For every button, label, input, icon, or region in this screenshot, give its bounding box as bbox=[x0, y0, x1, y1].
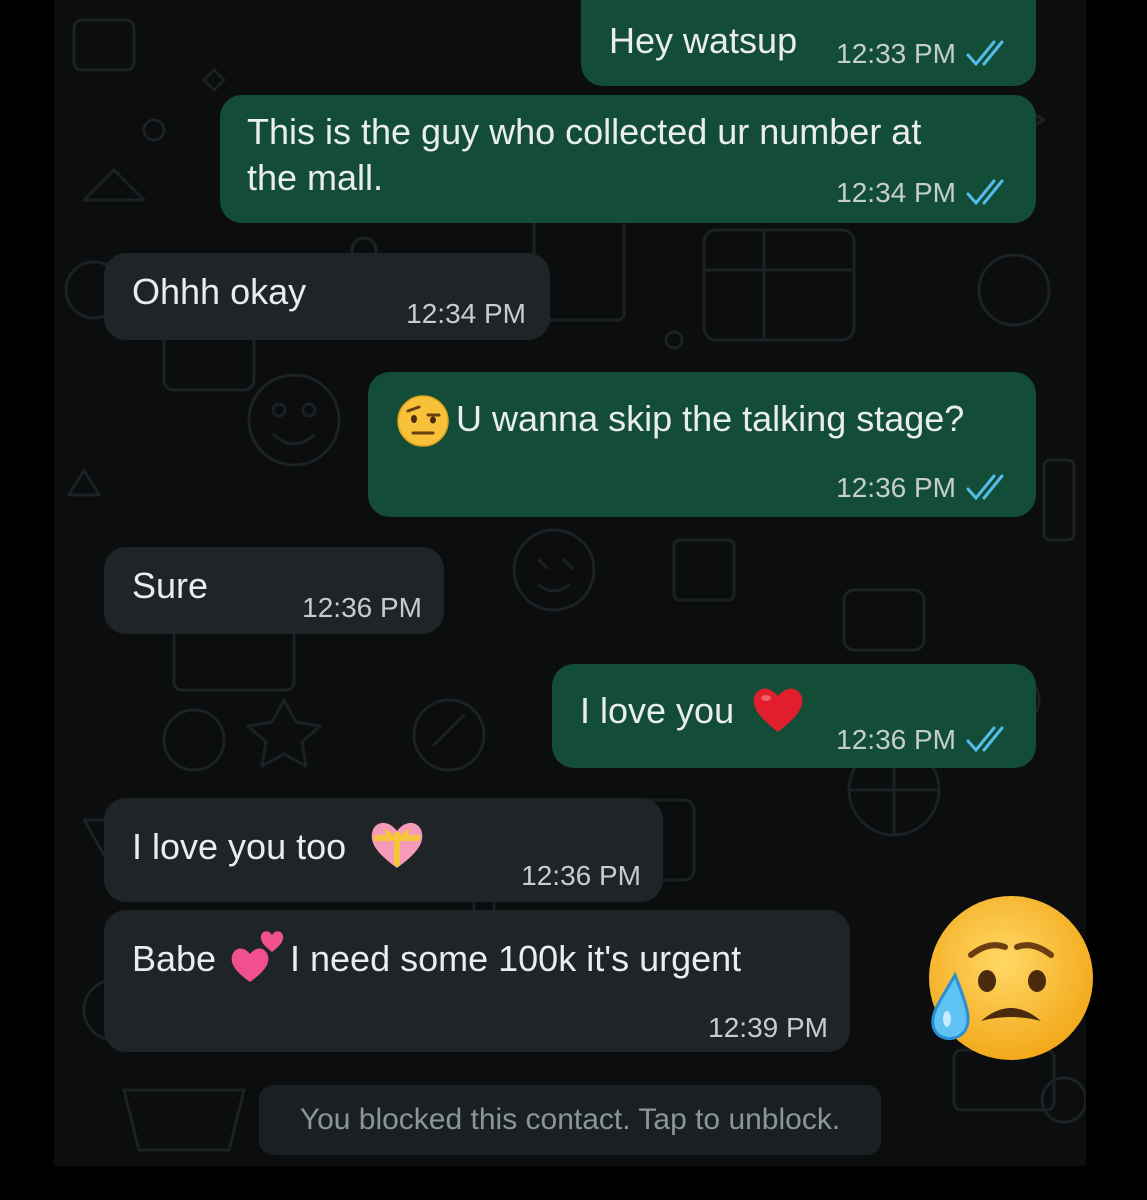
double-check-read-icon bbox=[966, 725, 1012, 755]
message-time: 12:36 PM bbox=[836, 472, 956, 503]
message-meta: 12:36 PM bbox=[302, 592, 422, 624]
double-check-read-icon bbox=[966, 39, 1012, 69]
heart-with-ribbon-icon bbox=[368, 818, 426, 877]
message-time: 12:34 PM bbox=[836, 177, 956, 208]
message-time: 12:39 PM bbox=[708, 1012, 828, 1043]
message-meta: 12:34 PM bbox=[836, 177, 1012, 209]
message-text: U wanna skip the talking stage? bbox=[456, 398, 965, 439]
sad-but-relieved-face-icon bbox=[925, 893, 1095, 1063]
message-time: 12:36 PM bbox=[521, 860, 641, 891]
message-meta: 12:34 PM bbox=[406, 298, 526, 330]
message-meta: 12:36 PM bbox=[836, 472, 1012, 504]
message-meta: 12:39 PM bbox=[708, 1012, 828, 1044]
message-bubble-incoming[interactable]: I love you too 12:36 PM bbox=[104, 798, 663, 902]
message-text: I need some 100k it's urgent bbox=[290, 938, 742, 979]
red-heart-icon bbox=[750, 684, 806, 741]
message-meta: 12:36 PM bbox=[836, 724, 1012, 756]
two-hearts-icon bbox=[230, 928, 288, 991]
message-bubble-outgoing[interactable]: I love you 12:36 PM bbox=[552, 664, 1036, 768]
message-time: 12:36 PM bbox=[836, 724, 956, 755]
message-text: I love you too bbox=[132, 826, 347, 867]
message-meta: 12:33 PM bbox=[836, 38, 1012, 70]
message-meta: 12:36 PM bbox=[521, 860, 641, 892]
message-bubble-incoming[interactable]: Sure 12:36 PM bbox=[104, 547, 444, 634]
message-text: Hey watsup bbox=[609, 20, 798, 61]
blocked-contact-notice[interactable]: You blocked this contact. Tap to unblock… bbox=[259, 1085, 881, 1155]
message-text: Babe bbox=[132, 938, 217, 979]
message-time: 12:34 PM bbox=[406, 298, 526, 329]
message-text: Ohhh okay bbox=[132, 271, 307, 312]
double-check-read-icon bbox=[966, 473, 1012, 503]
message-bubble-incoming[interactable]: Ohhh okay 12:34 PM bbox=[104, 253, 550, 340]
message-text: I love you bbox=[580, 690, 735, 731]
message-time: 12:33 PM bbox=[836, 38, 956, 69]
face-with-raised-eyebrow-icon bbox=[396, 394, 450, 453]
message-time: 12:36 PM bbox=[302, 592, 422, 623]
message-bubble-outgoing[interactable]: U wanna skip the talking stage? 12:36 PM bbox=[368, 372, 1036, 517]
message-bubble-outgoing[interactable]: Hey watsup 12:33 PM bbox=[581, 0, 1036, 86]
double-check-read-icon bbox=[966, 178, 1012, 208]
message-text: This is the guy who collected ur number … bbox=[247, 111, 922, 198]
message-bubble-incoming[interactable]: Babe I need some 100k it's urgent 12:39 … bbox=[104, 910, 850, 1052]
message-text: Sure bbox=[132, 565, 209, 606]
message-bubble-outgoing[interactable]: This is the guy who collected ur number … bbox=[220, 95, 1036, 223]
